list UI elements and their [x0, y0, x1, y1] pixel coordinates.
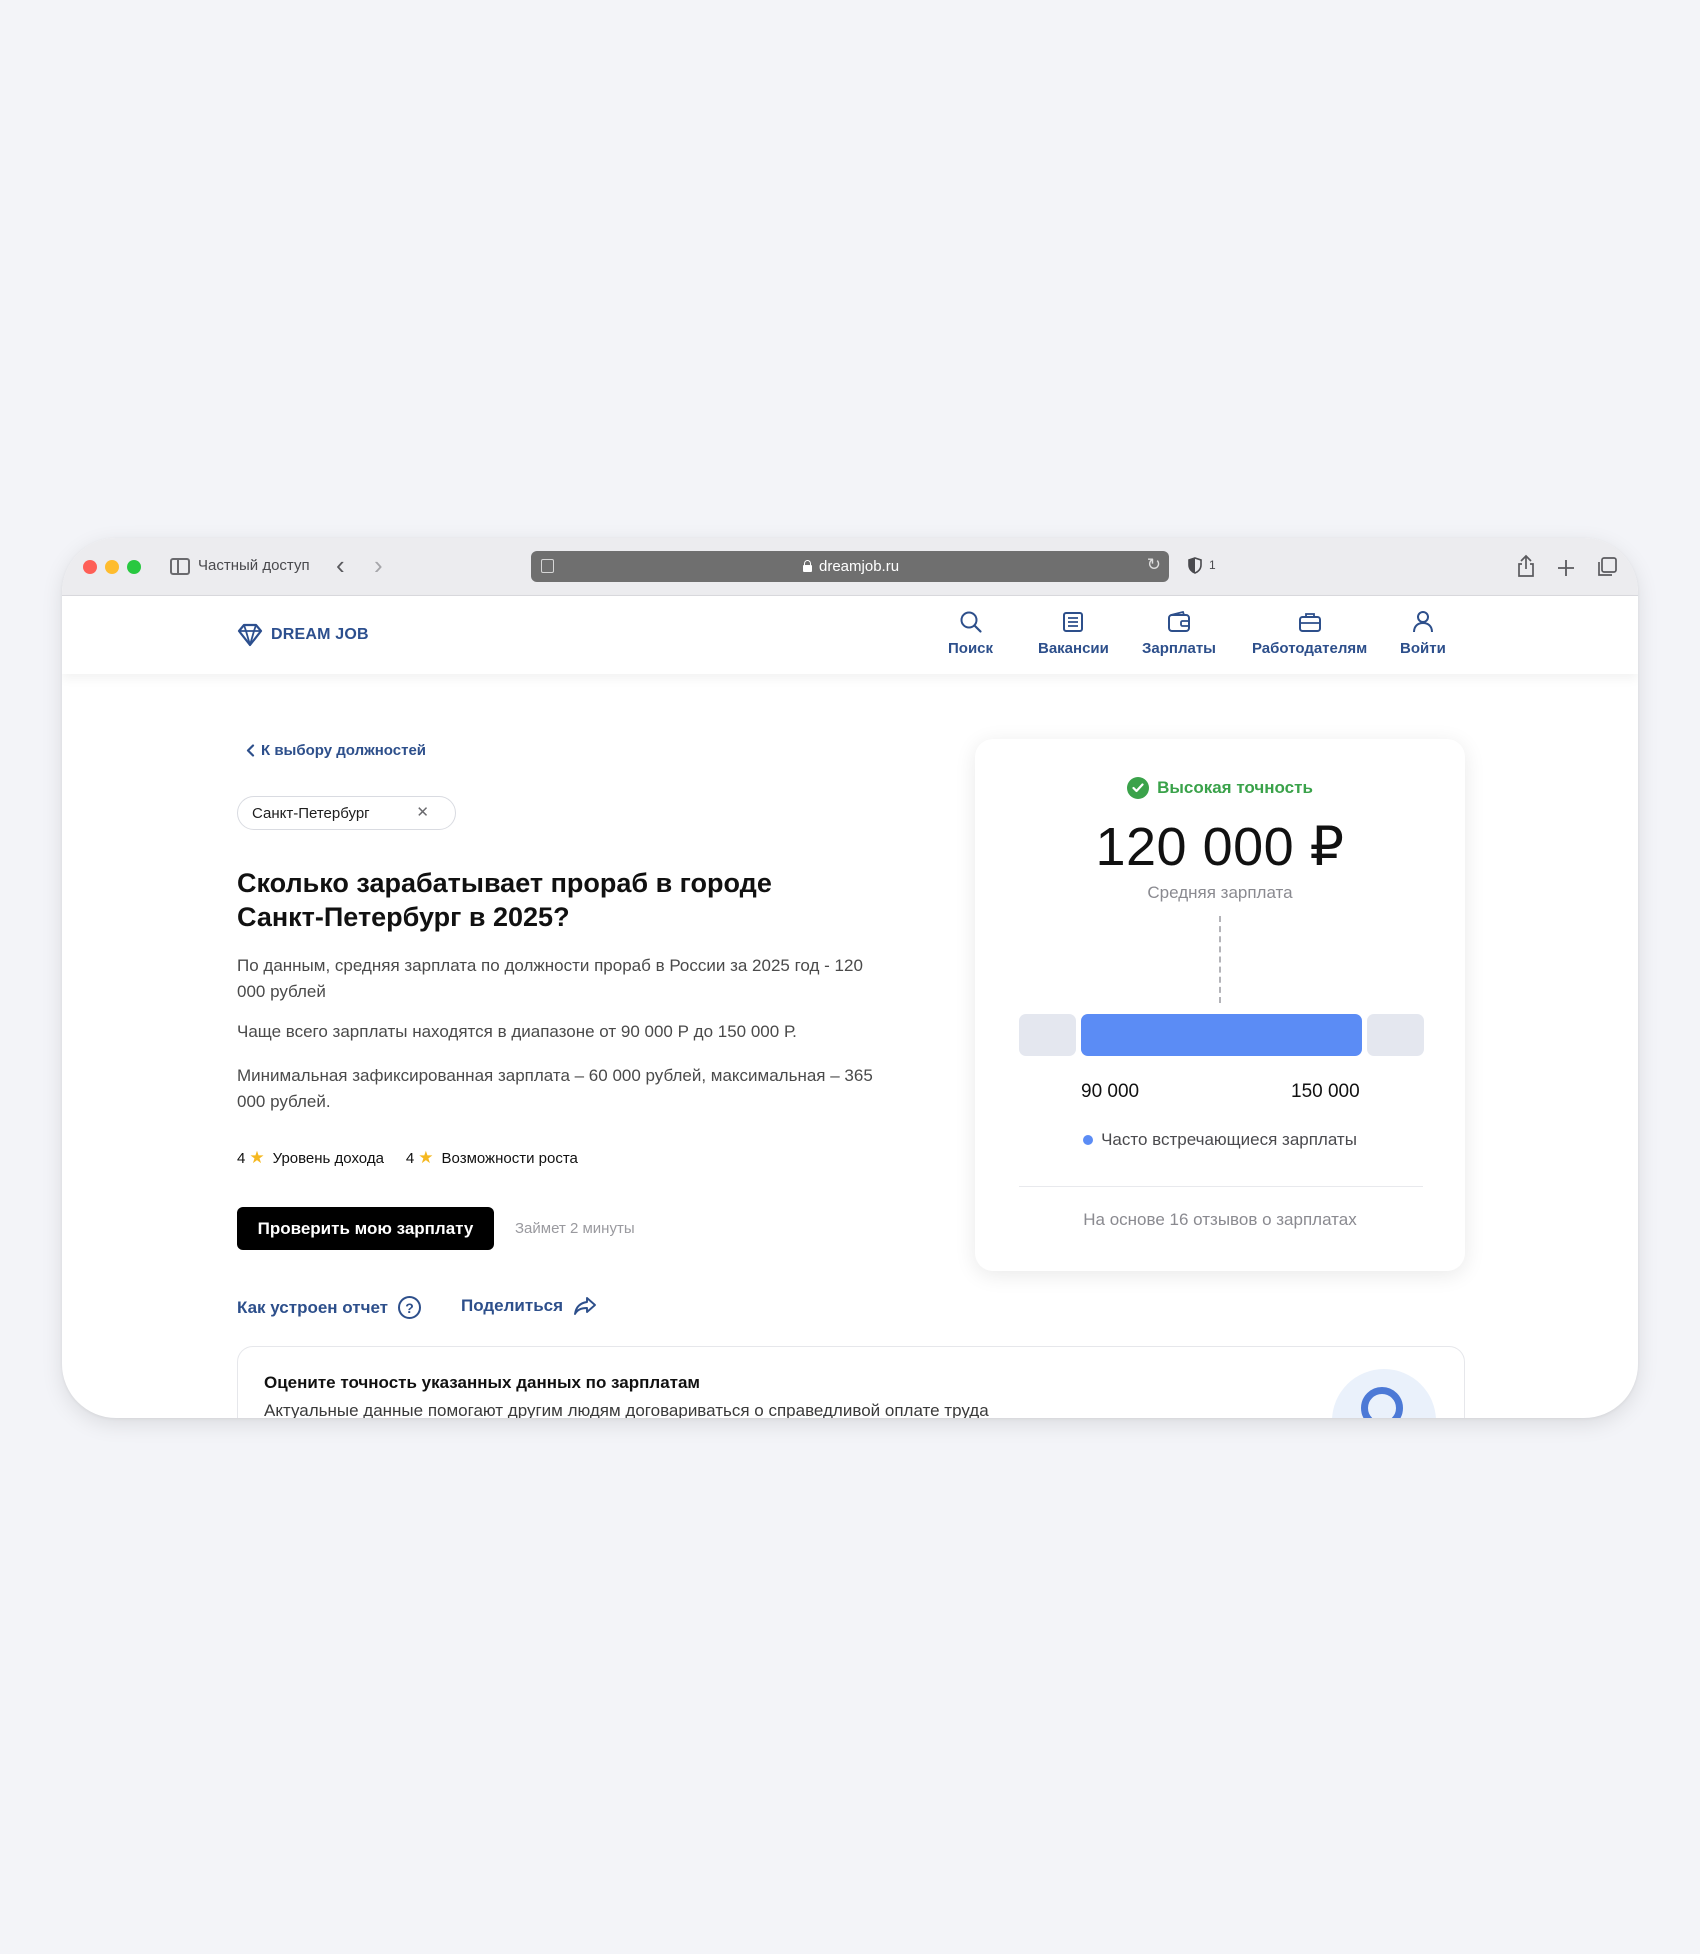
- user-icon: [1412, 608, 1434, 636]
- legend-label: Часто встречающиеся зарплаты: [1101, 1130, 1357, 1149]
- range-high-value: 150 000: [1291, 1081, 1360, 1102]
- back-to-positions-link[interactable]: К выбору должностей: [246, 742, 426, 759]
- salary-legend: Часто встречающиеся зарплаты: [975, 1130, 1465, 1150]
- check-salary-button[interactable]: Проверить мою зарплату: [237, 1207, 494, 1250]
- page-title: Сколько зарабатывает прораб в городе Сан…: [237, 868, 772, 932]
- legend-dot-icon: [1083, 1135, 1094, 1145]
- close-window-button[interactable]: [83, 560, 97, 574]
- url-text: dreamjob.ru: [819, 558, 900, 575]
- lock-icon: [803, 560, 812, 572]
- nav-salaries[interactable]: Зарплаты: [1142, 608, 1216, 657]
- check-circle-icon: [1127, 777, 1150, 799]
- tracker-count: 1: [1209, 558, 1216, 572]
- new-tab-icon[interactable]: [1556, 558, 1576, 578]
- star-icon: ★: [418, 1148, 434, 1167]
- reviews-count: На основе 16 отзывов о зарплатах: [1083, 1210, 1357, 1229]
- nav-label: Войти: [1400, 640, 1446, 657]
- rate-card-subtitle: Актуальные данные помогают другим людям …: [264, 1401, 989, 1418]
- city-filter-chip[interactable]: Санкт-Петербург ✕: [237, 796, 456, 830]
- nav-label: Зарплаты: [1142, 640, 1216, 657]
- accuracy-label: Высокая точность: [1157, 778, 1313, 797]
- address-bar[interactable]: dreamjob.ru ↻: [531, 551, 1169, 582]
- question-icon: ?: [398, 1296, 422, 1319]
- share-link[interactable]: Поделиться: [461, 1296, 597, 1316]
- list-icon: [1062, 608, 1084, 636]
- rate-accuracy-card[interactable]: Оцените точность указанных данных по зар…: [237, 1346, 1465, 1418]
- summary-paragraph: По данным, средняя зарплата по должности…: [237, 956, 863, 1001]
- briefcase-icon: [1298, 608, 1322, 636]
- tab-overview-icon[interactable]: [1596, 556, 1618, 578]
- salary-bar-low: [1019, 1014, 1076, 1056]
- nav-label: Работодателям: [1252, 640, 1368, 657]
- min-max-paragraph: Минимальная зафиксированная зарплата – 6…: [237, 1066, 873, 1111]
- minimize-window-button[interactable]: [105, 560, 119, 574]
- share-icon[interactable]: [1516, 554, 1536, 578]
- share-arrow-icon: [574, 1297, 596, 1315]
- help-link-label: Как устроен отчет: [237, 1297, 389, 1317]
- nav-vacancies[interactable]: Вакансии: [1038, 608, 1109, 657]
- salary-bar-high: [1367, 1014, 1424, 1056]
- city-chip-label: Санкт-Петербург: [252, 805, 370, 822]
- private-browsing-label[interactable]: Частный доступ: [198, 557, 310, 574]
- sidebar-toggle-icon[interactable]: [170, 558, 190, 575]
- logo-text: DREAM JOB: [271, 626, 369, 643]
- accuracy-badge: Высокая точность: [975, 777, 1465, 799]
- salary-bar-common-range: [1081, 1014, 1362, 1056]
- browser-window: Частный доступ ‹ › dreamjob.ru ↻ 1 DREAM…: [62, 538, 1638, 1418]
- divider: [1019, 1186, 1423, 1187]
- diamond-logo-icon: [237, 623, 263, 647]
- privacy-shield-icon[interactable]: [1188, 557, 1202, 574]
- rating-value: 4: [405, 1149, 415, 1167]
- rate-card-title: Оцените точность указанных данных по зар…: [264, 1373, 700, 1392]
- rating-value: 4: [237, 1149, 246, 1167]
- close-icon[interactable]: ✕: [416, 803, 429, 821]
- cta-hint: Займет 2 минуты: [515, 1220, 635, 1237]
- nav-label: Поиск: [948, 640, 994, 657]
- page-settings-icon[interactable]: [541, 559, 554, 573]
- share-link-label: Поделиться: [461, 1296, 564, 1315]
- wallet-icon: [1167, 608, 1191, 636]
- average-marker-line: [1219, 916, 1221, 1003]
- site-header: DREAM JOB Поиск Вакансии Зарплаты Работо…: [62, 596, 1638, 674]
- range-low-value: 90 000: [1081, 1081, 1140, 1102]
- chevron-left-icon: [246, 744, 255, 757]
- nav-login[interactable]: Войти: [1400, 608, 1446, 657]
- star-icon: ★: [249, 1148, 265, 1167]
- salary-summary-card: Высокая точность 120 000 ₽ Средняя зарпл…: [975, 739, 1465, 1271]
- zoom-window-button[interactable]: [127, 560, 141, 574]
- browser-toolbar: Частный доступ ‹ › dreamjob.ru ↻ 1: [62, 538, 1638, 596]
- average-salary-value: 120 000 ₽: [1095, 817, 1345, 877]
- how-report-works-link[interactable]: Как устроен отчет ?: [237, 1296, 422, 1319]
- rating-growth: 4 ★ Возможности роста: [406, 1148, 578, 1168]
- back-link-label: К выбору должностей: [261, 742, 427, 759]
- search-icon: [959, 608, 983, 636]
- forward-arrow-icon[interactable]: ›: [374, 552, 383, 578]
- magnifier-illustration-icon: [1332, 1369, 1436, 1418]
- logo[interactable]: DREAM JOB: [237, 620, 369, 650]
- nav-employers[interactable]: Работодателям: [1252, 608, 1367, 657]
- ratings-row: 4 ★ Уровень дохода 4 ★ Возможности роста: [237, 1148, 600, 1168]
- reload-icon[interactable]: ↻: [1147, 555, 1161, 575]
- rating-income: 4 ★ Уровень дохода: [237, 1148, 384, 1168]
- nav-label: Вакансии: [1038, 640, 1109, 657]
- range-paragraph: Чаще всего зарплаты находятся в диапазон…: [237, 1022, 797, 1041]
- average-salary-label: Средняя зарплата: [1147, 883, 1293, 902]
- rating-label: Уровень дохода: [272, 1149, 384, 1167]
- rating-label: Возможности роста: [441, 1149, 578, 1167]
- back-arrow-icon[interactable]: ‹: [336, 552, 345, 578]
- nav-search[interactable]: Поиск: [948, 608, 993, 657]
